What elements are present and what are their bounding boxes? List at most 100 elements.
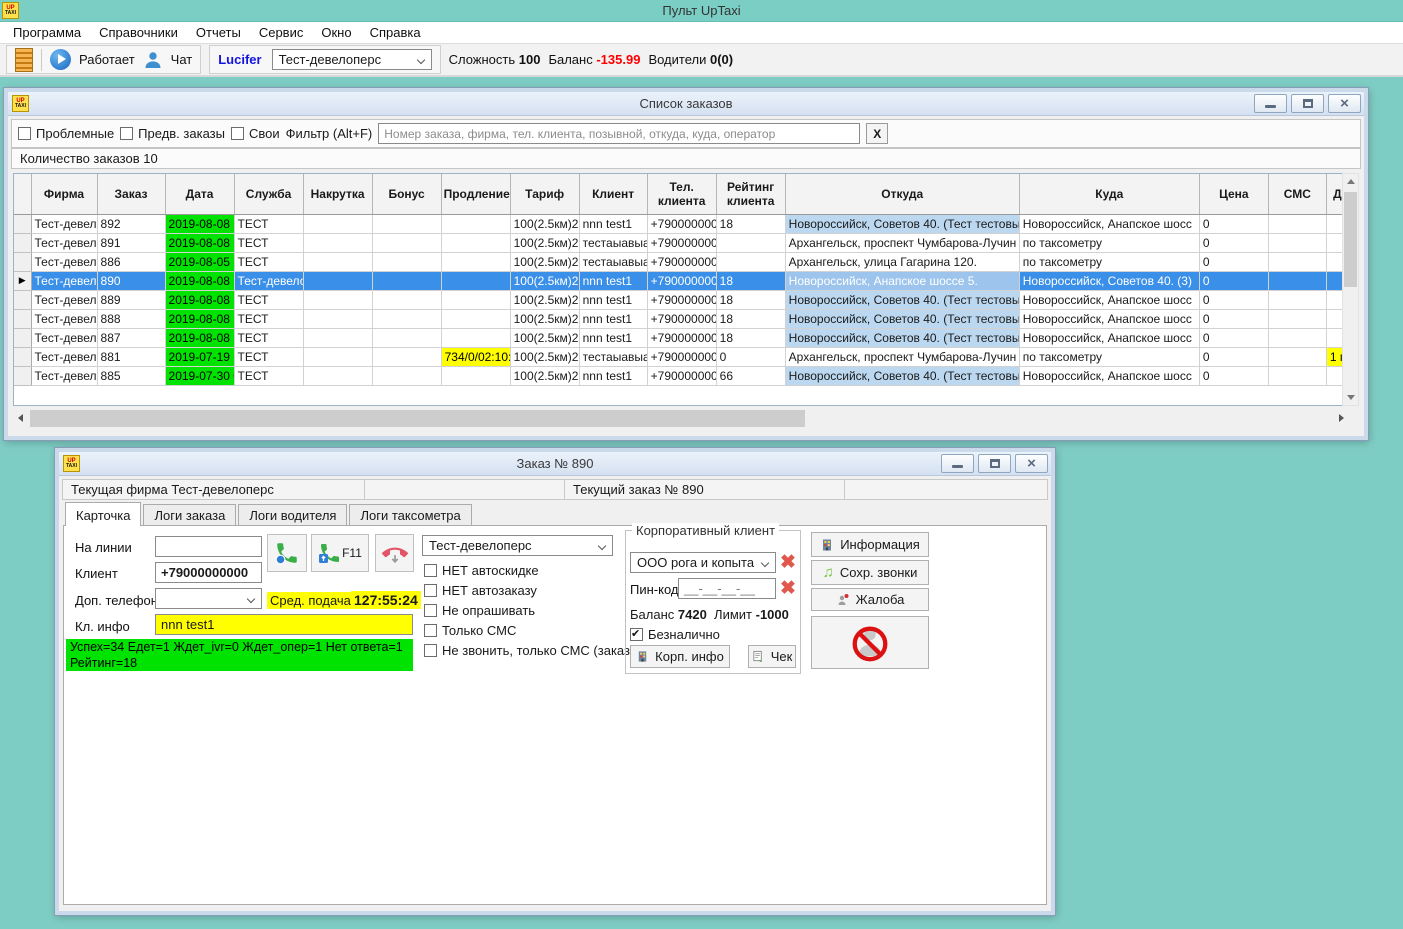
cell-service[interactable]: Тест-девело xyxy=(234,271,303,290)
cell-date[interactable]: 2019-08-08 1 xyxy=(165,233,234,252)
cell-tariff[interactable]: 100(2.5км)2 xyxy=(510,309,579,328)
cell-order[interactable]: 889 xyxy=(97,290,165,309)
cell-order[interactable]: 888 xyxy=(97,309,165,328)
cell-phone[interactable]: +7900000000 xyxy=(647,366,716,385)
cell-rating[interactable]: 18 xyxy=(716,328,785,347)
cell-order[interactable]: 892 xyxy=(97,214,165,233)
vertical-scrollbar[interactable] xyxy=(1342,173,1359,406)
checkbox-icon[interactable] xyxy=(120,127,133,140)
cell-date[interactable]: 2019-08-05 1 xyxy=(165,252,234,271)
table-row[interactable]: Тест-девелоперс8882019-08-08 1ТЕСТ100(2.… xyxy=(14,309,1349,328)
firm-select[interactable]: Тест-девелоперс xyxy=(272,49,432,70)
cell-phone[interactable]: +7900000000 xyxy=(647,271,716,290)
filter-problem-checkbox[interactable]: Проблемные xyxy=(18,126,114,141)
corporate-company-select[interactable]: ООО рога и копыта xyxy=(630,552,776,573)
cell-markup[interactable] xyxy=(303,290,372,309)
cell-from[interactable]: Архангельск, улица Гагарина 120. xyxy=(785,252,1019,271)
vertical-scroll-thumb[interactable] xyxy=(1344,192,1357,287)
cell-marker[interactable] xyxy=(14,214,31,233)
col-phone[interactable]: Тел. клиента xyxy=(647,174,716,214)
minimize-button[interactable] xyxy=(1254,94,1287,113)
no-call-sms-only-checkbox[interactable]: Не звонить, только СМС (заказ) xyxy=(424,643,634,658)
cell-extension[interactable] xyxy=(441,328,510,347)
cell-markup[interactable] xyxy=(303,214,372,233)
cell-firm[interactable]: Тест-девелоперс xyxy=(31,214,97,233)
table-row[interactable]: ▶Тест-девелоперс8902019-08-08 1Тест-деве… xyxy=(14,271,1349,290)
cell-bonus[interactable] xyxy=(372,309,441,328)
horizontal-scroll-thumb[interactable] xyxy=(30,410,805,427)
clear-pin-icon[interactable]: ✖ xyxy=(780,579,796,598)
call-redial-button[interactable] xyxy=(267,534,307,572)
filter-input[interactable] xyxy=(378,123,860,144)
clear-company-icon[interactable]: ✖ xyxy=(780,553,796,572)
chat-person-icon[interactable] xyxy=(143,50,163,70)
cell-extension[interactable] xyxy=(441,366,510,385)
checkbox-icon[interactable] xyxy=(424,584,437,597)
cell-to[interactable]: по таксометру xyxy=(1019,252,1199,271)
orders-window-titlebar[interactable]: UPTAXI Список заказов × xyxy=(8,92,1364,116)
table-row[interactable]: Тест-девелоперс8892019-08-08 1ТЕСТ100(2.… xyxy=(14,290,1349,309)
cell-date[interactable]: 2019-08-08 1 xyxy=(165,214,234,233)
cell-sms[interactable] xyxy=(1268,252,1326,271)
cell-client[interactable]: тестаыавыа xyxy=(579,252,647,271)
cell-rating[interactable]: 18 xyxy=(716,214,785,233)
cell-price[interactable]: 0 xyxy=(1199,290,1268,309)
cell-tariff[interactable]: 100(2.5км)2 xyxy=(510,328,579,347)
filter-own-checkbox[interactable]: Свои xyxy=(231,126,280,141)
scroll-up-icon[interactable] xyxy=(1347,179,1355,184)
cell-markup[interactable] xyxy=(303,252,372,271)
menu-program[interactable]: Программа xyxy=(4,22,90,43)
cell-firm[interactable]: Тест-девелоперс xyxy=(31,366,97,385)
clear-filter-button[interactable]: X xyxy=(866,123,888,144)
cell-rating[interactable] xyxy=(716,233,785,252)
cell-date[interactable]: 2019-08-08 1 xyxy=(165,271,234,290)
cell-date[interactable]: 2019-08-08 1 xyxy=(165,290,234,309)
pin-input[interactable]: __-__-__-__ xyxy=(678,578,776,599)
menu-window[interactable]: Окно xyxy=(312,22,360,43)
cell-order[interactable]: 890 xyxy=(97,271,165,290)
chat-label[interactable]: Чат xyxy=(171,52,193,67)
cell-marker[interactable] xyxy=(14,347,31,366)
cell-to[interactable]: Новороссийск, Советов 40. (3) xyxy=(1019,271,1199,290)
on-line-input[interactable] xyxy=(155,536,262,557)
cell-phone[interactable]: +7900000000 xyxy=(647,233,716,252)
menu-service[interactable]: Сервис xyxy=(250,22,313,43)
cell-price[interactable]: 0 xyxy=(1199,309,1268,328)
cell-tariff[interactable]: 100(2.5км)2 xyxy=(510,347,579,366)
cell-order[interactable]: 887 xyxy=(97,328,165,347)
checkbox-icon[interactable] xyxy=(424,644,437,657)
cell-firm[interactable]: Тест-девелоперс xyxy=(31,328,97,347)
client-info-input[interactable]: nnn test1 xyxy=(155,614,413,635)
col-date[interactable]: Дата xyxy=(165,174,234,214)
close-button[interactable]: × xyxy=(1015,454,1048,473)
cell-date[interactable]: 2019-07-19 1 xyxy=(165,347,234,366)
cell-bonus[interactable] xyxy=(372,328,441,347)
cell-to[interactable]: по таксометру xyxy=(1019,233,1199,252)
cell-rating[interactable]: 18 xyxy=(716,271,785,290)
cell-phone[interactable]: +7900000000 xyxy=(647,214,716,233)
cell-price[interactable]: 0 xyxy=(1199,366,1268,385)
table-row[interactable]: Тест-девелоперс8812019-07-19 1ТЕСТ734/0/… xyxy=(14,347,1349,366)
cell-rating[interactable] xyxy=(716,252,785,271)
cell-order[interactable]: 886 xyxy=(97,252,165,271)
col-sms[interactable]: СМС xyxy=(1268,174,1326,214)
tab-order-logs[interactable]: Логи заказа xyxy=(143,504,236,526)
cell-rating[interactable]: 18 xyxy=(716,290,785,309)
cell-service[interactable]: ТЕСТ xyxy=(234,252,303,271)
sms-only-checkbox[interactable]: Только СМС xyxy=(424,623,516,638)
cell-firm[interactable]: Тест-девелоперс xyxy=(31,290,97,309)
cell-client[interactable]: nnn test1 xyxy=(579,271,647,290)
cell-phone[interactable]: +7900000000 xyxy=(647,328,716,347)
cell-bonus[interactable] xyxy=(372,290,441,309)
table-row[interactable]: Тест-девелоперс8912019-08-08 1ТЕСТ100(2.… xyxy=(14,233,1349,252)
cell-rating[interactable]: 18 xyxy=(716,309,785,328)
extra-phone-select[interactable] xyxy=(155,588,262,609)
table-row[interactable]: Тест-девелоперс8872019-08-08 1ТЕСТ100(2.… xyxy=(14,328,1349,347)
cell-price[interactable]: 0 xyxy=(1199,271,1268,290)
hangup-button[interactable] xyxy=(375,534,414,572)
cell-price[interactable]: 0 xyxy=(1199,252,1268,271)
cell-from[interactable]: Новороссийск, Анапское шоссе 5. xyxy=(785,271,1019,290)
cell-price[interactable]: 0 xyxy=(1199,347,1268,366)
checkbox-icon[interactable] xyxy=(18,127,31,140)
cell-markup[interactable] xyxy=(303,233,372,252)
